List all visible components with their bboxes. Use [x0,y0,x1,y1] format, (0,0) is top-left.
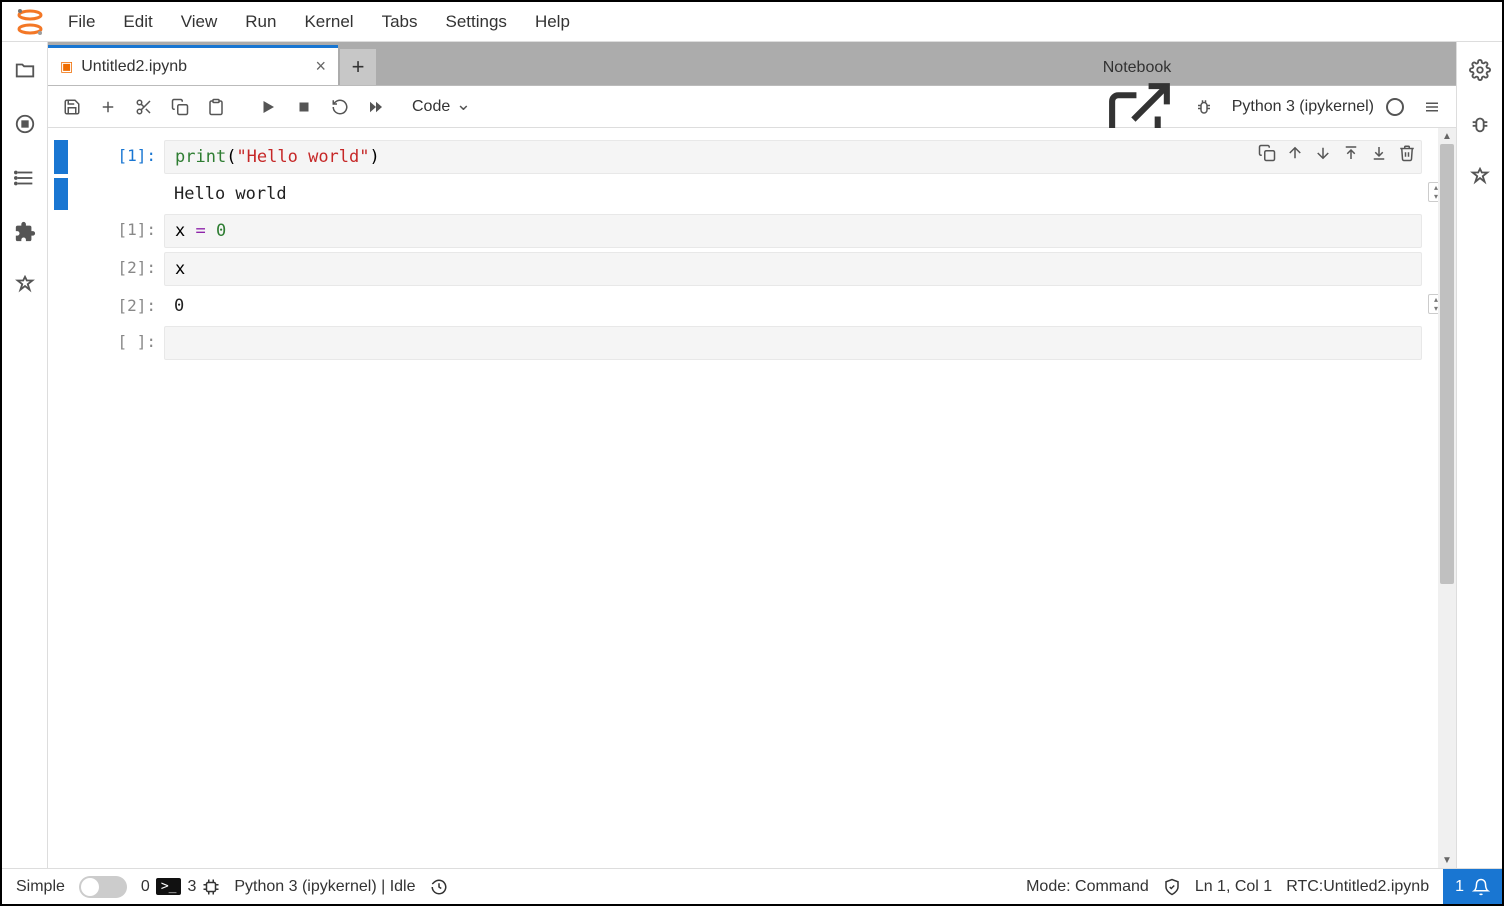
output-row: [2]: 0 ▴▾ [54,290,1422,322]
menu-settings[interactable]: Settings [432,6,521,38]
bug-icon[interactable] [1188,91,1220,123]
scroll-up-icon[interactable]: ▲ [1438,128,1456,144]
copy-button[interactable] [164,91,196,123]
extensions-icon[interactable] [13,220,37,244]
cell-type-select[interactable]: Code [404,94,479,119]
trust-icon[interactable] [1163,878,1181,896]
insert-below-icon[interactable] [1370,144,1388,162]
restart-button[interactable] [324,91,356,123]
move-up-icon[interactable] [1286,144,1304,162]
notebook-toolbar: Code Notebook Python 3 (ipykernel) [48,86,1456,128]
right-sidebar [1456,42,1502,868]
code-cell[interactable]: [1]: print("Hello world") [54,140,1422,174]
insert-above-icon[interactable] [1342,144,1360,162]
cell-output: Hello world [164,178,1422,210]
cut-button[interactable] [128,91,160,123]
bell-icon [1472,878,1490,896]
duplicate-cell-icon[interactable] [1258,144,1276,162]
notebook-icon: ▣ [60,58,73,75]
scrollbar[interactable]: ▲ ▼ [1438,128,1456,868]
sessions-icon[interactable] [1468,166,1492,190]
debugger-icon[interactable] [1468,112,1492,136]
notebook-tab[interactable]: ▣ Untitled2.ipynb × [48,45,338,85]
menu-help[interactable]: Help [521,6,584,38]
tabs-count[interactable]: 0 >_ 3 [141,878,220,896]
notebook-label: Notebook [1103,59,1172,76]
cell-output: 0 [164,290,1422,322]
main-row: ▣ Untitled2.ipynb × + Code [2,42,1502,868]
kernel-name[interactable]: Python 3 (ipykernel) [1232,98,1374,116]
code-input[interactable]: print("Hello world") [164,140,1422,174]
kernel-status-icon[interactable] [1386,98,1404,116]
toc-icon[interactable] [13,166,37,190]
tab-title: Untitled2.ipynb [81,58,187,76]
code-cell[interactable]: [1]: x = 0 [54,214,1422,248]
code-cell[interactable]: [2]: x [54,252,1422,286]
menu-tabs[interactable]: Tabs [368,6,432,38]
left-sidebar [2,42,48,868]
jupyter-logo [14,6,46,38]
chip-icon [202,878,220,896]
add-cell-button[interactable] [92,91,124,123]
inspector-icon[interactable] [13,274,37,298]
more-menu-icon[interactable] [1416,91,1448,123]
cell-prompt: [1]: [68,214,164,248]
menu-kernel[interactable]: Kernel [290,6,367,38]
statusbar: Simple 0 >_ 3 Python 3 (ipykernel) | Idl… [2,868,1502,904]
folder-icon[interactable] [13,58,37,82]
menubar: FileEditViewRunKernelTabsSettingsHelp [2,2,1502,42]
terminal-icon: >_ [156,878,182,895]
kernel-status-text[interactable]: Python 3 (ipykernel) | Idle [234,878,415,896]
move-down-icon[interactable] [1314,144,1332,162]
scroll-down-icon[interactable]: ▼ [1438,852,1456,868]
running-icon[interactable] [13,112,37,136]
notifications-button[interactable]: 1 [1443,869,1502,904]
cell-toolbar [1258,144,1416,162]
history-icon[interactable] [430,878,448,896]
run-button[interactable] [252,91,284,123]
code-cell[interactable]: [ ]: [54,326,1422,360]
code-input[interactable]: x = 0 [164,214,1422,248]
cell-prompt: [2]: [68,290,164,322]
mode-text[interactable]: Mode: Command [1026,878,1149,896]
run-all-button[interactable] [360,91,392,123]
save-button[interactable] [56,91,88,123]
menu-run[interactable]: Run [231,6,290,38]
rtc-label[interactable]: RTC:Untitled2.ipynb [1286,878,1429,896]
new-tab-button[interactable]: + [340,49,376,85]
property-inspector-icon[interactable] [1468,58,1492,82]
simple-toggle[interactable] [79,876,127,898]
delete-cell-icon[interactable] [1398,144,1416,162]
stop-button[interactable] [288,91,320,123]
menu-edit[interactable]: Edit [109,6,166,38]
output-row: Hello world ▴▾ [54,178,1422,210]
menu-view[interactable]: View [167,6,232,38]
paste-button[interactable] [200,91,232,123]
scrollbar-thumb[interactable] [1440,144,1454,584]
cursor-position[interactable]: Ln 1, Col 1 [1195,878,1272,896]
close-icon[interactable]: × [315,56,326,77]
cell-prompt: [ ]: [68,326,164,360]
code-input[interactable] [164,326,1422,360]
simple-label: Simple [16,878,65,896]
cell-prompt: [1]: [68,140,164,174]
menu-file[interactable]: File [54,6,109,38]
cell-prompt: [2]: [68,252,164,286]
notebook-area[interactable]: [1]: print("Hello world") Hello world ▴▾… [48,128,1456,868]
notification-count: 1 [1455,878,1464,896]
code-input[interactable]: x [164,252,1422,286]
center-column: ▣ Untitled2.ipynb × + Code [48,42,1456,868]
